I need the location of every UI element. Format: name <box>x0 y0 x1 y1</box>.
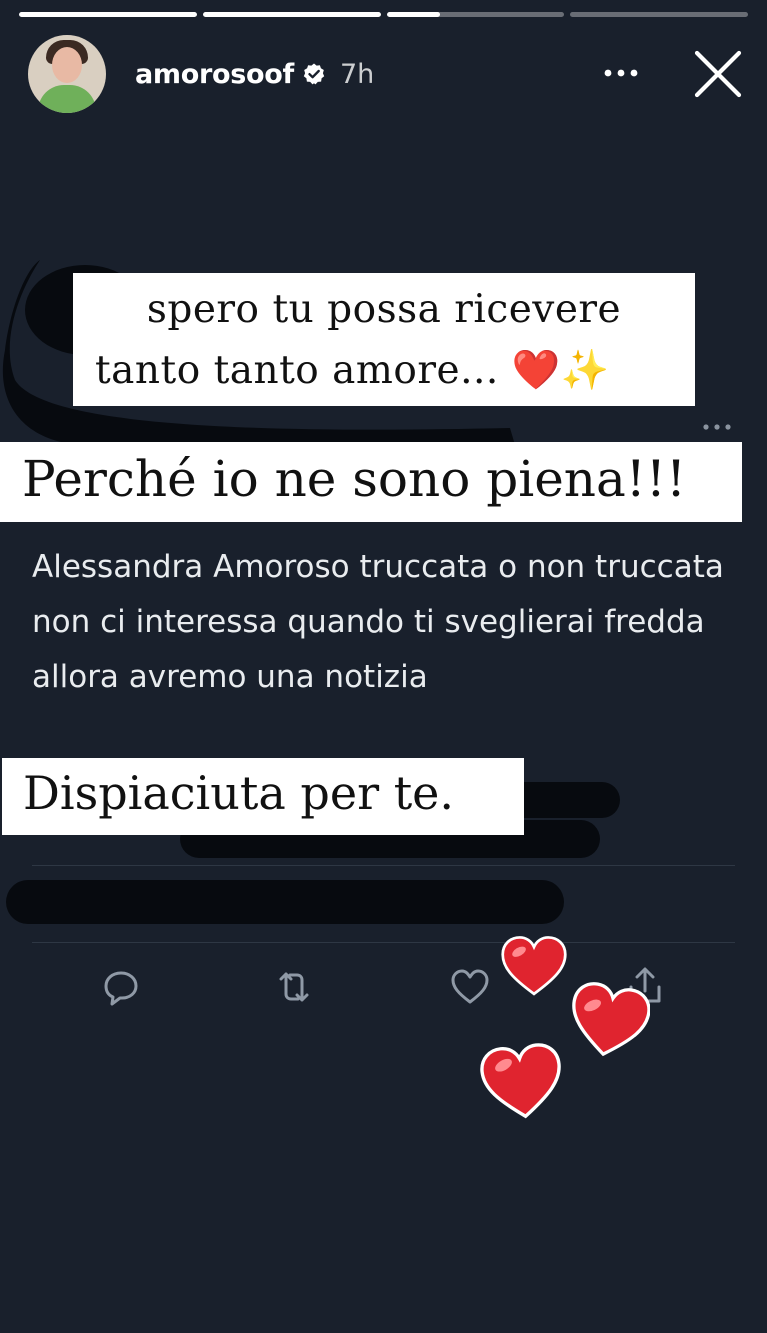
story-username[interactable]: amorosoof <box>135 59 294 90</box>
story-progress-bar <box>19 12 748 17</box>
tweet-actions <box>0 965 767 1015</box>
progress-fill-3 <box>386 12 440 17</box>
redaction-bar-3 <box>6 880 564 924</box>
caption-line-2: tanto tanto amore... ❤️✨ <box>95 347 610 393</box>
tweet-divider-1 <box>32 865 735 866</box>
story-timestamp: 7h <box>339 58 375 90</box>
story-header: amorosoof 7h <box>28 35 745 113</box>
reply-icon[interactable] <box>99 965 143 1009</box>
headline-sticker[interactable]: Perché io ne sono piena!!! <box>0 442 742 522</box>
headline-text: Perché io ne sono piena!!! <box>22 450 687 508</box>
footer-sticker[interactable]: Dispiaciuta per te. <box>2 758 524 835</box>
heart-sparkles-emoji: ❤️✨ <box>511 348 610 393</box>
progress-fill-1 <box>19 12 197 17</box>
heart-sticker-1[interactable] <box>500 935 568 997</box>
tweet-more-icon[interactable] <box>700 420 736 434</box>
progress-segment-3 <box>386 12 565 17</box>
tweet-text: Alessandra Amoroso truccata o non trucca… <box>32 549 724 695</box>
retweet-icon[interactable] <box>272 965 316 1009</box>
progress-segment-1 <box>19 12 197 17</box>
tweet-divider-2 <box>32 942 735 943</box>
caption-line-2-text: tanto tanto amore... <box>95 348 499 393</box>
progress-segment-2 <box>202 12 381 17</box>
heart-sticker-3[interactable] <box>480 1043 564 1121</box>
caption-line-1: spero tu possa ricevere <box>146 287 622 332</box>
verified-badge-icon <box>303 63 325 85</box>
close-icon[interactable] <box>693 49 743 99</box>
like-icon[interactable] <box>448 965 492 1009</box>
progress-fill-2 <box>202 12 381 17</box>
profile-avatar[interactable] <box>28 35 106 113</box>
more-options-icon[interactable] <box>601 58 641 88</box>
footer-text: Dispiaciuta per te. <box>23 766 455 820</box>
heart-sticker-2[interactable] <box>568 982 650 1060</box>
caption-sticker[interactable]: spero tu possa ricevere tanto tanto amor… <box>73 273 695 406</box>
progress-segment-4 <box>570 12 748 17</box>
